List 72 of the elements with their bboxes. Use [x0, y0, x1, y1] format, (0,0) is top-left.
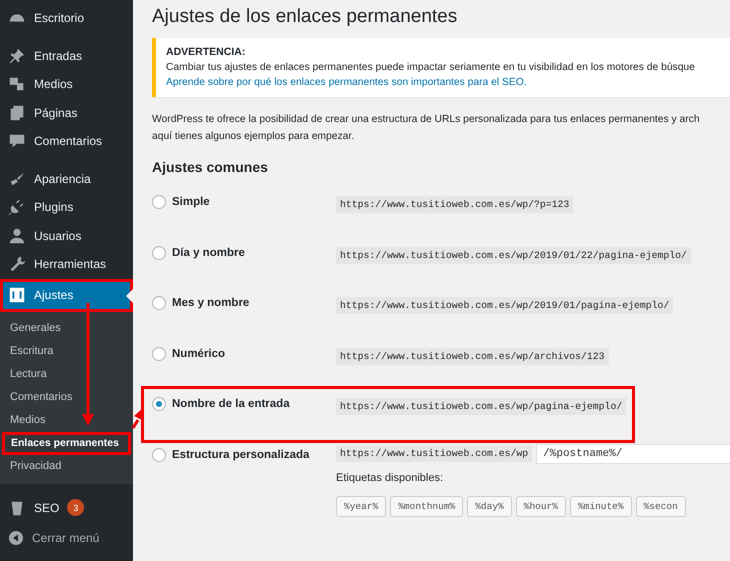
url-prefix: https://www.tusitioweb.com.es/wp [336, 445, 532, 462]
user-icon [8, 226, 26, 245]
sidebar-item-label: Ajustes [34, 288, 74, 302]
tag-button[interactable]: %secon [636, 496, 686, 516]
sidebar-item[interactable]: Apariencia [0, 164, 133, 193]
settings-icon [8, 286, 26, 304]
structure-input[interactable]: /%postname%/ [536, 444, 730, 464]
tag-button[interactable]: %monthnum% [390, 496, 464, 516]
tags-label: Etiquetas disponibles: [336, 472, 444, 484]
sidebar-item[interactable]: Comentarios [0, 127, 133, 156]
sidebar-item-label: Usuarios [34, 228, 82, 243]
url-example: https://www.tusitioweb.com.es/wp/pagina-ejemplo/ [336, 398, 626, 415]
sidebar-item-label: SEO [34, 500, 60, 515]
sidebar-item[interactable]: Páginas [0, 98, 133, 127]
tag-button[interactable]: %year% [336, 496, 386, 516]
radio-option[interactable]: Simple [152, 195, 336, 209]
submenu-item[interactable]: Generales [0, 316, 133, 340]
submenu-item[interactable]: Medios [0, 408, 133, 432]
tag-button[interactable]: %day% [467, 496, 512, 516]
page-title: Ajustes de los enlaces permanentes [152, 6, 458, 28]
submenu-item[interactable]: Enlaces permanentes [2, 432, 131, 454]
tag-button[interactable]: %minute% [570, 496, 632, 516]
radio-button[interactable] [152, 346, 166, 360]
radio-button[interactable] [152, 397, 166, 411]
sidebar-item-label: Páginas [34, 106, 78, 120]
collapse-menu-button[interactable]: Cerrar menú [0, 524, 133, 552]
sidebar-item-label: Herramientas [34, 257, 106, 272]
radio-option[interactable]: Estructura personalizada [152, 448, 336, 462]
url-example: https://www.tusitioweb.com.es/wp/2019/01/pagina-ejemplo/ [336, 297, 674, 314]
pages-icon [8, 104, 26, 122]
sidebar-item-label: Plugins [34, 200, 74, 214]
sidebar-item[interactable]: Escritorio [0, 4, 133, 32]
intro-text: WordPress te ofrece la posibilidad de crear una estructura de URLs personalizada para tus enlaces permanentes y arch aquí tienes algunos ejemplos para empezar. [152, 113, 701, 144]
sidebar-item[interactable]: Herramientas [0, 250, 133, 278]
sidebar-item[interactable]: Usuarios [0, 222, 133, 250]
media-icon [8, 75, 26, 94]
radio-option[interactable]: Mes y nombre [152, 296, 336, 310]
radio-button[interactable] [152, 246, 166, 260]
pin-icon [8, 46, 26, 65]
radio-button[interactable] [152, 448, 166, 462]
sidebar-item[interactable]: Ajustes [0, 278, 133, 312]
radio-button[interactable] [152, 296, 166, 310]
radio-option[interactable]: Numérico [152, 346, 336, 360]
radio-button[interactable] [152, 195, 166, 209]
radio-option[interactable]: Nombre de la entrada [152, 397, 336, 411]
collapse-icon [8, 530, 24, 546]
sidebar-item-label: Medios [34, 77, 73, 92]
sidebar-item-label: Entradas [34, 48, 82, 63]
section-heading: Ajustes comunes [152, 159, 269, 175]
submenu-item[interactable]: Escritura [0, 340, 133, 362]
wrench-icon [8, 255, 26, 274]
submenu-item[interactable]: Comentarios [0, 386, 133, 408]
notice-text: Cambiar tus ajustes de enlaces permanentes puede impactar seriamente en tu visibilidad en los motores de búsque [166, 62, 695, 73]
sidebar-item-label: Apariencia [34, 172, 91, 186]
url-example: https://www.tusitioweb.com.es/wp/?p=123 [336, 196, 574, 213]
url-example: https://www.tusitioweb.com.es/wp/2019/01/22/pagina-ejemplo/ [336, 246, 691, 264]
seo-link[interactable]: Aprende sobre por qué los enlaces permanentes son importantes para el SEO. [166, 77, 730, 88]
sidebar-item-label: Escritorio [34, 11, 84, 26]
notice-heading: ADVERTENCIA: [166, 46, 246, 58]
submenu-item[interactable]: Lectura [0, 362, 133, 386]
sidebar-item-label: Comentarios [34, 134, 102, 148]
url-example: https://www.tusitioweb.com.es/wp/archivos/123 [336, 348, 609, 364]
count-badge: 3 [67, 499, 84, 516]
annotation-arrow [132, 407, 144, 429]
sidebar-item[interactable]: SEO 3 [0, 494, 133, 522]
sidebar-item[interactable]: Entradas [0, 42, 133, 70]
radio-option[interactable]: Día y nombre [152, 246, 336, 260]
sidebar-item[interactable]: Medios [0, 70, 133, 98]
tag-button[interactable]: %hour% [516, 496, 566, 516]
submenu-item[interactable]: Privacidad [0, 454, 133, 478]
sidebar-item[interactable]: Plugins [0, 193, 133, 222]
plug-icon [8, 198, 26, 216]
